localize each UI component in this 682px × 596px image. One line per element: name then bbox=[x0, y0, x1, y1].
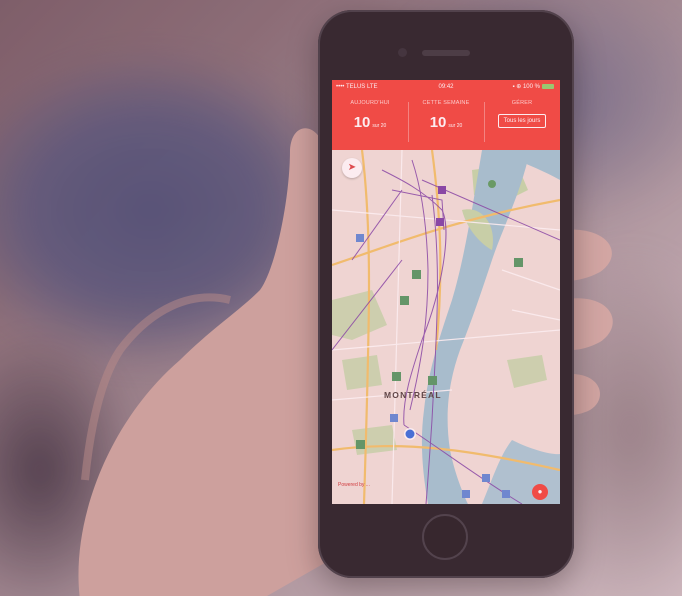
action-fab-icon[interactable]: ● bbox=[532, 484, 548, 500]
stat-today: AUJOURD'HUI 10 sur 20 bbox=[336, 100, 404, 144]
transit-icon[interactable] bbox=[482, 474, 490, 482]
battery-label: ▪ ⊕ 100 % bbox=[512, 84, 540, 90]
all-days-button[interactable]: Tous les jours bbox=[497, 114, 547, 128]
stat-week-value: 10 sur 20 bbox=[412, 114, 480, 131]
park-area bbox=[342, 355, 382, 390]
manage-label: GÉRER bbox=[511, 100, 533, 106]
header-divider bbox=[484, 102, 485, 142]
stat-today-number: 10 bbox=[353, 114, 371, 131]
header-divider bbox=[408, 102, 409, 142]
transit-icon[interactable] bbox=[428, 376, 437, 385]
stat-today-unit: sur 20 bbox=[372, 123, 387, 129]
map-canvas[interactable] bbox=[332, 149, 560, 504]
battery-indicator: ▪ ⊕ 100 % bbox=[512, 80, 554, 94]
stat-week: CETTE SEMAINE 10 sur 20 bbox=[412, 100, 480, 144]
map-city-label: MONTRÉAL bbox=[384, 390, 442, 400]
photo-background: •••• TELUS LTE 09:42 ▪ ⊕ 100 % AUJOURD'H… bbox=[0, 0, 682, 596]
manage-column: GÉRER Tous les jours bbox=[486, 100, 558, 144]
app-header: AUJOURD'HUI 10 sur 20 CETTE SEMAINE 10 sur… bbox=[332, 94, 560, 150]
transit-icon[interactable] bbox=[514, 258, 523, 267]
phone-device: •••• TELUS LTE 09:42 ▪ ⊕ 100 % AUJOURD'H… bbox=[318, 10, 574, 578]
transit-icon[interactable] bbox=[412, 270, 421, 279]
stat-week-number: 10 bbox=[429, 114, 447, 131]
stat-week-unit: sur 20 bbox=[448, 123, 463, 129]
home-button[interactable] bbox=[422, 514, 468, 560]
front-camera-icon bbox=[398, 48, 407, 57]
transit-icon[interactable] bbox=[462, 490, 470, 498]
map-view[interactable]: ➤ MONTRÉAL Powered by ... ● bbox=[332, 149, 560, 504]
battery-icon bbox=[542, 83, 554, 89]
transit-icon[interactable] bbox=[436, 218, 444, 226]
transit-icon[interactable] bbox=[438, 186, 446, 194]
transit-icon[interactable] bbox=[390, 414, 398, 422]
stat-today-value: 10 sur 20 bbox=[336, 114, 404, 131]
location-dot-icon[interactable] bbox=[405, 429, 415, 439]
stat-week-label: CETTE SEMAINE bbox=[422, 100, 470, 106]
phone-screen: •••• TELUS LTE 09:42 ▪ ⊕ 100 % AUJOURD'H… bbox=[332, 80, 560, 504]
transit-icon[interactable] bbox=[356, 440, 365, 449]
map-attribution[interactable]: Powered by ... bbox=[338, 482, 370, 488]
stat-today-label: AUJOURD'HUI bbox=[350, 100, 390, 106]
status-bar: •••• TELUS LTE 09:42 ▪ ⊕ 100 % bbox=[332, 80, 560, 94]
compass-icon[interactable]: ➤ bbox=[342, 158, 362, 178]
poi-marker-icon[interactable] bbox=[488, 180, 496, 188]
speaker-grille bbox=[422, 50, 470, 56]
transit-icon[interactable] bbox=[400, 296, 409, 305]
transit-icon[interactable] bbox=[356, 234, 364, 242]
transit-icon[interactable] bbox=[502, 490, 510, 498]
transit-icon[interactable] bbox=[392, 372, 401, 381]
